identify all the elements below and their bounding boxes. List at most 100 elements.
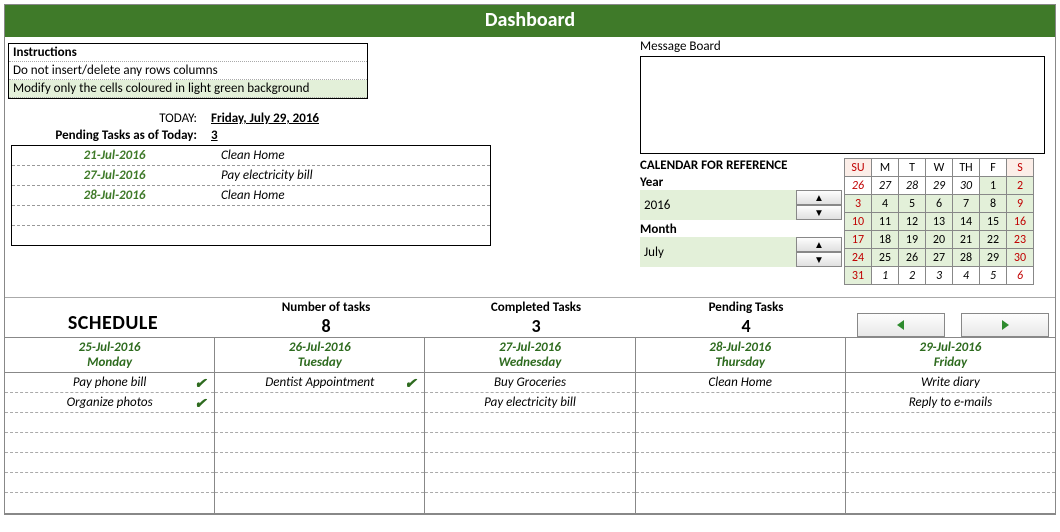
pending-task-date: 27-Jul-2016 xyxy=(12,166,217,185)
calendar-day[interactable]: 8 xyxy=(980,195,1007,213)
schedule-task-cell[interactable] xyxy=(215,473,424,493)
schedule-day-header: 27-Jul-2016Wednesday xyxy=(425,338,635,372)
pending-task-date: 21-Jul-2016 xyxy=(12,146,217,165)
calendar-day[interactable]: 24 xyxy=(845,249,872,267)
message-board-input[interactable] xyxy=(640,56,1045,154)
month-value[interactable]: July xyxy=(640,245,796,260)
schedule-task-cell[interactable]: Write diary xyxy=(846,373,1055,393)
schedule-task-cell[interactable] xyxy=(215,453,424,473)
calendar-day[interactable]: 21 xyxy=(953,231,980,249)
calendar-day[interactable]: 27 xyxy=(872,177,899,195)
calendar-day[interactable]: 3 xyxy=(845,195,872,213)
calendar-day[interactable]: 13 xyxy=(926,213,953,231)
calendar-day[interactable]: 17 xyxy=(845,231,872,249)
schedule-task-cell[interactable] xyxy=(636,493,845,513)
schedule-task-cell[interactable] xyxy=(215,493,424,513)
schedule-task-cell[interactable] xyxy=(846,473,1055,493)
schedule-task-cell[interactable]: Organize photos✔ xyxy=(5,393,214,413)
calendar-day[interactable]: 29 xyxy=(926,177,953,195)
schedule-task-cell[interactable] xyxy=(636,473,845,493)
schedule-task-cell[interactable]: Pay phone bill✔ xyxy=(5,373,214,393)
calendar-day[interactable]: 10 xyxy=(845,213,872,231)
schedule-task-cell[interactable]: Reply to e-mails xyxy=(846,393,1055,413)
pending-task-row: 21-Jul-2016Clean Home xyxy=(12,146,490,166)
calendar-day[interactable]: 29 xyxy=(980,249,1007,267)
schedule-prev-button[interactable] xyxy=(857,313,945,337)
calendar-day[interactable]: 19 xyxy=(899,231,926,249)
schedule-task-cell[interactable] xyxy=(425,493,634,513)
schedule-day-header: 25-Jul-2016Monday xyxy=(5,338,215,372)
schedule-task-cell[interactable] xyxy=(425,473,634,493)
calendar-day[interactable]: 5 xyxy=(980,267,1007,285)
calendar-day[interactable]: 26 xyxy=(899,249,926,267)
calendar-day[interactable]: 6 xyxy=(1007,267,1034,285)
calendar-day[interactable]: 28 xyxy=(899,177,926,195)
schedule-task-cell[interactable]: Clean Home xyxy=(636,373,845,393)
year-up-button[interactable]: ▲ xyxy=(796,190,842,205)
calendar-day[interactable]: 4 xyxy=(872,195,899,213)
schedule-task-cell[interactable] xyxy=(5,433,214,453)
month-up-button[interactable]: ▲ xyxy=(796,237,842,252)
schedule-task-cell[interactable] xyxy=(5,413,214,433)
calendar-day[interactable]: 1 xyxy=(872,267,899,285)
today-value: Friday, July 29, 2016 xyxy=(211,111,319,126)
schedule-next-button[interactable] xyxy=(961,313,1049,337)
calendar-day[interactable]: 18 xyxy=(872,231,899,249)
calendar-day[interactable]: 9 xyxy=(1007,195,1034,213)
calendar-day[interactable]: 1 xyxy=(980,177,1007,195)
calendar-dow: TH xyxy=(953,159,980,177)
schedule-day-date: 26-Jul-2016 xyxy=(215,338,424,355)
schedule-task-cell[interactable] xyxy=(846,453,1055,473)
schedule-task-cell[interactable]: Dentist Appointment✔ xyxy=(215,373,424,393)
schedule-task-cell[interactable] xyxy=(215,413,424,433)
month-down-button[interactable]: ▼ xyxy=(796,252,842,267)
calendar-day[interactable]: 30 xyxy=(1007,249,1034,267)
instructions-box: Instructions Do not insert/delete any ro… xyxy=(8,43,368,99)
calendar-day[interactable]: 20 xyxy=(926,231,953,249)
calendar-day[interactable]: 28 xyxy=(953,249,980,267)
year-down-button[interactable]: ▼ xyxy=(796,205,842,220)
calendar-day[interactable]: 5 xyxy=(899,195,926,213)
calendar-day[interactable]: 30 xyxy=(953,177,980,195)
schedule-task-cell[interactable] xyxy=(636,453,845,473)
schedule-task-cell[interactable]: Buy Groceries xyxy=(425,373,634,393)
calendar-day[interactable]: 16 xyxy=(1007,213,1034,231)
calendar-day[interactable]: 23 xyxy=(1007,231,1034,249)
calendar-day[interactable]: 31 xyxy=(845,267,872,285)
calendar-day[interactable]: 3 xyxy=(926,267,953,285)
schedule-task-cell[interactable] xyxy=(425,453,634,473)
calendar-day[interactable]: 15 xyxy=(980,213,1007,231)
calendar-day[interactable]: 27 xyxy=(926,249,953,267)
schedule-task-cell[interactable]: Pay electricity bill xyxy=(425,393,634,413)
schedule-task-cell[interactable] xyxy=(425,413,634,433)
calendar-day[interactable]: 7 xyxy=(953,195,980,213)
schedule-task-cell[interactable] xyxy=(636,393,845,413)
calendar-day[interactable]: 22 xyxy=(980,231,1007,249)
schedule-task-cell[interactable] xyxy=(425,433,634,453)
calendar-day[interactable]: 6 xyxy=(926,195,953,213)
schedule-task-cell[interactable] xyxy=(636,413,845,433)
schedule-day-header: 29-Jul-2016Friday xyxy=(846,338,1055,372)
schedule-task-cell[interactable] xyxy=(846,433,1055,453)
schedule-task-cell[interactable] xyxy=(215,433,424,453)
year-value[interactable]: 2016 xyxy=(640,198,796,213)
schedule-task-cell[interactable] xyxy=(215,393,424,413)
calendar-day[interactable]: 2 xyxy=(1007,177,1034,195)
calendar-day[interactable]: 11 xyxy=(872,213,899,231)
calendar-dow: S xyxy=(1007,159,1034,177)
schedule-task-cell[interactable] xyxy=(5,493,214,513)
schedule-task-cell[interactable] xyxy=(846,413,1055,433)
schedule-day-date: 29-Jul-2016 xyxy=(846,338,1055,355)
calendar-day[interactable]: 2 xyxy=(899,267,926,285)
calendar-day[interactable]: 4 xyxy=(953,267,980,285)
schedule-task-cell[interactable] xyxy=(5,473,214,493)
calendar-day[interactable]: 12 xyxy=(899,213,926,231)
calendar-day[interactable]: 25 xyxy=(872,249,899,267)
schedule-day-name: Tuesday xyxy=(215,355,424,372)
schedule-task-cell[interactable] xyxy=(636,433,845,453)
calendar-day[interactable]: 14 xyxy=(953,213,980,231)
schedule-task-cell[interactable] xyxy=(5,453,214,473)
schedule-task-text: Reply to e-mails xyxy=(909,395,992,410)
calendar-day[interactable]: 26 xyxy=(845,177,872,195)
schedule-task-cell[interactable] xyxy=(846,493,1055,513)
